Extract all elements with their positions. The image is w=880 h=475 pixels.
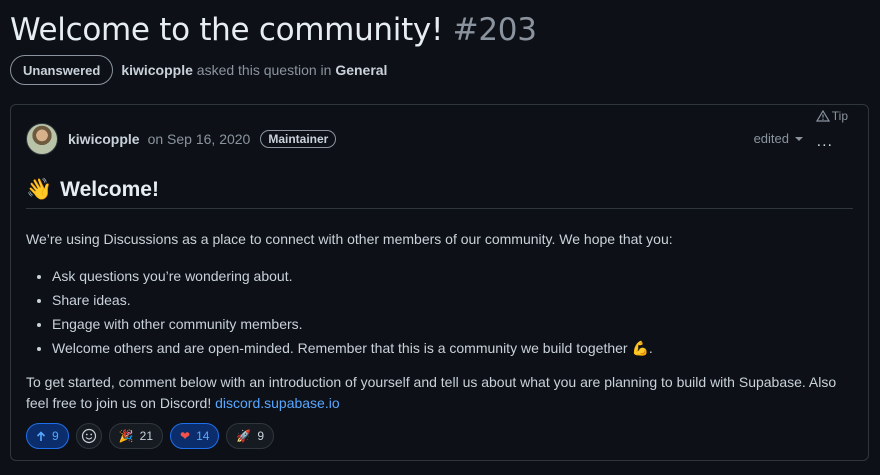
add-reaction-button[interactable] [75,423,102,449]
post-date[interactable]: on Sep 16, 2020 [148,131,251,147]
rocket-count: 9 [257,429,265,443]
tip-label: Tip [831,109,848,123]
arrow-up-icon [36,430,46,441]
list-item: Share ideas. [52,288,853,312]
post-header: kiwicopple on Sep 16, 2020 Maintainer [26,123,337,155]
alert-triangle-icon [815,110,830,122]
list-item: Engage with other community members. [52,312,853,336]
upvote-button[interactable]: 9 [26,423,69,449]
reactions-bar: 9 🎉 21 ❤ 14 🚀 9 [26,423,275,449]
post-author[interactable]: kiwicopple [68,131,140,147]
page-title: Welcome to the community! #203 [10,12,537,48]
asker-link[interactable]: kiwicopple [121,62,193,78]
category-link[interactable]: General [335,62,387,78]
wave-emoji: 👋 [26,178,53,201]
bullet-list: Ask questions you’re wondering about. Sh… [26,264,853,360]
closing-text: To get started, comment below with an in… [26,374,837,411]
maintainer-badge: Maintainer [260,130,337,148]
discussion-number: #203 [452,12,537,48]
intro-paragraph: We’re using Discussions as a place to co… [26,231,673,247]
closing-paragraph: To get started, comment below with an in… [26,372,853,414]
edited-label: edited [753,131,789,146]
upvote-count: 9 [52,429,59,443]
rocket-icon: 🚀 [236,429,252,443]
caret-down-icon [795,136,803,141]
tada-icon: 🎉 [118,429,134,443]
edited-dropdown[interactable]: edited [754,131,803,146]
avatar[interactable] [26,123,58,155]
status-badge: Unanswered [10,55,114,85]
heart-icon: ❤ [180,429,191,443]
asked-text: asked this question in [196,62,332,78]
list-item: Welcome others and are open-minded. Reme… [52,336,853,360]
discussion-title: Welcome to the community! [10,12,444,48]
post-body: We’re using Discussions as a place to co… [26,229,853,414]
discord-link[interactable]: discord.supabase.io [215,395,340,411]
list-item: Ask questions you’re wondering about. [52,264,853,288]
tada-reaction[interactable]: 🎉 21 [108,423,163,449]
smiley-icon [81,428,96,444]
tada-count: 21 [139,429,153,443]
post-heading: 👋 Welcome! [26,178,853,209]
heart-count: 14 [196,429,210,443]
kebab-icon[interactable]: ... [817,133,833,151]
rocket-reaction[interactable]: 🚀 9 [226,423,275,449]
discussion-card: Tip kiwicopple on Sep 16, 2020 Maintaine… [10,104,869,461]
heart-reaction[interactable]: ❤ 14 [170,423,220,449]
heading-text: Welcome! [60,178,159,201]
discussion-meta: Unanswered kiwicopple asked this questio… [10,55,387,85]
tip-link[interactable]: Tip [815,109,848,123]
